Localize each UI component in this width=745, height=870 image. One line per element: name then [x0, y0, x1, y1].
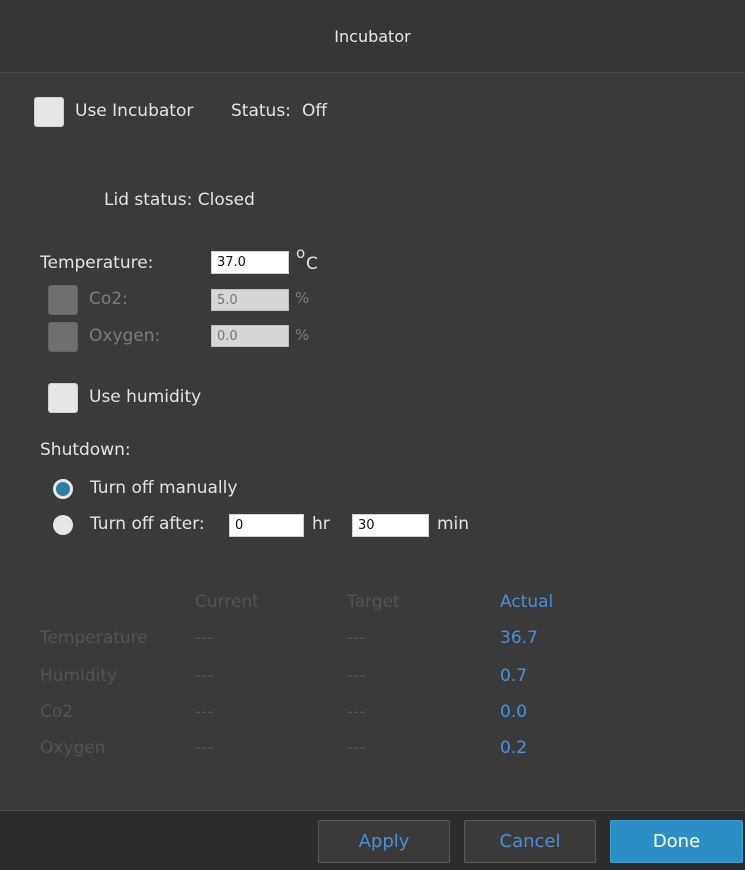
co2-unit: % — [295, 289, 310, 307]
use-incubator-label: Use Incubator — [75, 101, 194, 121]
row-target: --- — [347, 738, 366, 758]
lid-status: Lid status: Closed — [104, 190, 255, 210]
header-actual: Actual — [500, 592, 554, 612]
temperature-label: Temperature: — [40, 253, 154, 273]
row-target: --- — [347, 702, 366, 722]
hours-unit: hr — [312, 514, 330, 534]
turn-off-manually-label: Turn off manually — [90, 478, 238, 498]
use-humidity-label: Use humidity — [89, 387, 202, 407]
cancel-button[interactable]: Cancel — [464, 820, 596, 863]
minutes-input[interactable] — [352, 514, 429, 537]
row-current: --- — [195, 628, 214, 648]
row-current: --- — [195, 738, 214, 758]
turn-off-after-label: Turn off after: — [90, 514, 205, 534]
oxygen-label: Oxygen: — [89, 326, 161, 346]
row-actual: 36.7 — [500, 628, 538, 648]
row-label: Temperature — [40, 628, 148, 648]
window-title: Incubator — [334, 26, 411, 46]
done-button[interactable]: Done — [610, 820, 743, 863]
temperature-unit-degree: o — [296, 244, 306, 262]
use-humidity-checkbox[interactable] — [48, 383, 78, 413]
turn-off-manually-radio[interactable] — [53, 479, 73, 499]
row-label: Humidity — [40, 666, 118, 686]
header-target: Target — [347, 592, 400, 612]
hours-input[interactable] — [229, 514, 304, 537]
row-target: --- — [347, 666, 366, 686]
row-actual: 0.7 — [500, 666, 528, 686]
minutes-unit: min — [437, 514, 470, 534]
apply-button[interactable]: Apply — [318, 820, 450, 863]
co2-input[interactable] — [211, 289, 289, 311]
co2-checkbox[interactable] — [48, 285, 78, 315]
oxygen-checkbox[interactable] — [48, 322, 78, 352]
row-current: --- — [195, 666, 214, 686]
row-actual: 0.2 — [500, 738, 528, 758]
co2-label: Co2: — [89, 289, 128, 309]
row-label: Co2 — [40, 702, 74, 722]
temperature-unit: C — [306, 254, 318, 274]
row-current: --- — [195, 702, 214, 722]
status-label: Status: — [231, 101, 291, 121]
use-incubator-checkbox[interactable] — [34, 97, 64, 127]
row-actual: 0.0 — [500, 702, 528, 722]
status-value: Off — [302, 101, 328, 121]
dialog-footer: Apply Cancel Done — [0, 810, 745, 870]
oxygen-input[interactable] — [211, 325, 289, 347]
temperature-input[interactable] — [211, 251, 289, 274]
title-bar: Incubator — [0, 0, 745, 73]
row-label: Oxygen — [40, 738, 106, 758]
shutdown-label: Shutdown: — [40, 440, 131, 460]
oxygen-unit: % — [295, 326, 310, 344]
turn-off-after-radio[interactable] — [53, 515, 73, 535]
row-target: --- — [347, 628, 366, 648]
header-current: Current — [195, 592, 259, 612]
